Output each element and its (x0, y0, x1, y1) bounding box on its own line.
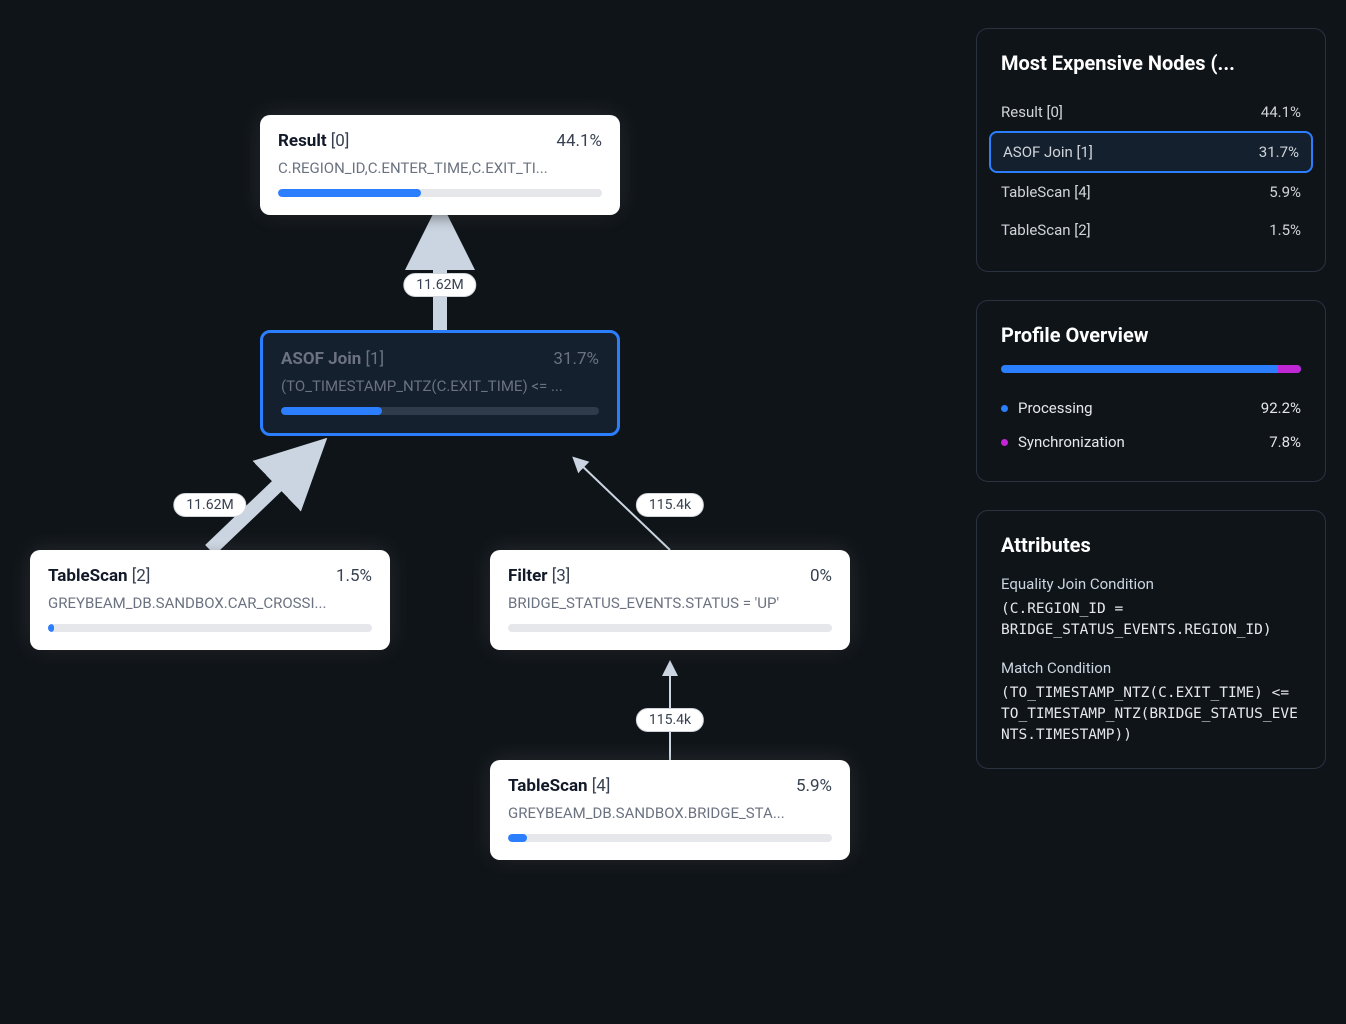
node-name: ASOF Join (281, 349, 361, 369)
node-pct: 0% (810, 566, 832, 586)
node-detail: C.REGION_ID,C.ENTER_TIME,C.EXIT_TI... (278, 159, 602, 177)
node-detail: BRIDGE_STATUS_EVENTS.STATUS = 'UP' (508, 594, 832, 612)
legend-label: Synchronization (1018, 433, 1125, 451)
legend-processing: Processing 92.2% (1001, 391, 1301, 425)
node-index: [1] (366, 349, 385, 369)
node-name: Result (278, 131, 327, 151)
row-pct: 44.1% (1261, 103, 1301, 121)
attributes-list: Equality Join Condition (C.REGION_ID = BR… (1001, 575, 1301, 746)
attribute-label: Match Condition (1001, 659, 1301, 677)
edge-label: 11.62M (173, 493, 246, 517)
panel-title: Profile Overview (1001, 323, 1301, 347)
query-plan-canvas[interactable]: 11.62M 11.62M 115.4k 115.4k Result [0] 4… (0, 0, 976, 1024)
edge-label: 11.62M (403, 273, 476, 297)
node-result[interactable]: Result [0] 44.1% C.REGION_ID,C.ENTER_TIM… (260, 115, 620, 215)
node-index: [0] (331, 131, 350, 151)
legend-pct: 92.2% (1261, 399, 1301, 417)
node-name: TableScan (508, 776, 588, 796)
expensive-node-row[interactable]: Result [0] 44.1% (989, 93, 1313, 131)
attribute-value: (TO_TIMESTAMP_NTZ(C.EXIT_TIME) <= TO_TIM… (1001, 683, 1301, 746)
dot-icon (1001, 405, 1008, 412)
profile-overview-panel: Profile Overview Processing 92.2% Synchr… (976, 300, 1326, 482)
node-progress (48, 624, 372, 632)
node-tablescan-4[interactable]: TableScan [4] 5.9% GREYBEAM_DB.SANDBOX.B… (490, 760, 850, 860)
node-index: [4] (592, 776, 611, 796)
panel-title: Most Expensive Nodes (... (1001, 51, 1301, 75)
expensive-node-row[interactable]: ASOF Join [1] 31.7% (989, 131, 1313, 173)
edge-label: 115.4k (636, 493, 704, 517)
node-pct: 5.9% (796, 776, 832, 796)
expensive-node-row[interactable]: TableScan [4] 5.9% (989, 173, 1313, 211)
attribute-label: Equality Join Condition (1001, 575, 1301, 593)
node-pct: 44.1% (556, 131, 602, 151)
node-name: TableScan (48, 566, 128, 586)
attributes-panel: Attributes Equality Join Condition (C.REG… (976, 510, 1326, 769)
row-pct: 1.5% (1269, 221, 1301, 239)
node-asof-join[interactable]: ASOF Join [1] 31.7% (TO_TIMESTAMP_NTZ(C.… (260, 330, 620, 436)
node-index: [2] (132, 566, 151, 586)
node-detail: GREYBEAM_DB.SANDBOX.CAR_CROSSI... (48, 594, 372, 612)
node-filter[interactable]: Filter [3] 0% BRIDGE_STATUS_EVENTS.STATU… (490, 550, 850, 650)
row-pct: 5.9% (1269, 183, 1301, 201)
profile-bar (1001, 365, 1301, 373)
node-pct: 31.7% (553, 349, 599, 369)
row-label: TableScan [4] (1001, 183, 1091, 201)
attribute-value: (C.REGION_ID = BRIDGE_STATUS_EVENTS.REGI… (1001, 599, 1301, 641)
row-label: ASOF Join [1] (1003, 143, 1093, 161)
sidebar: Most Expensive Nodes (... Result [0] 44.1… (976, 0, 1346, 1024)
node-progress (278, 189, 602, 197)
profile-sync-segment (1278, 365, 1301, 373)
node-progress (281, 407, 599, 415)
node-pct: 1.5% (336, 566, 372, 586)
dot-icon (1001, 439, 1008, 446)
node-name: Filter (508, 566, 548, 586)
node-detail: GREYBEAM_DB.SANDBOX.BRIDGE_STA... (508, 804, 832, 822)
node-tablescan-2[interactable]: TableScan [2] 1.5% GREYBEAM_DB.SANDBOX.C… (30, 550, 390, 650)
node-progress (508, 624, 832, 632)
expensive-nodes-panel: Most Expensive Nodes (... Result [0] 44.1… (976, 28, 1326, 272)
legend-synchronization: Synchronization 7.8% (1001, 425, 1301, 459)
expensive-node-row[interactable]: TableScan [2] 1.5% (989, 211, 1313, 249)
expensive-rows: Result [0] 44.1% ASOF Join [1] 31.7% TableSc… (1001, 93, 1301, 249)
node-detail: (TO_TIMESTAMP_NTZ(C.EXIT_TIME) <= ... (281, 377, 599, 395)
row-label: TableScan [2] (1001, 221, 1091, 239)
node-progress (508, 834, 832, 842)
legend-label: Processing (1018, 399, 1093, 417)
row-pct: 31.7% (1259, 143, 1299, 161)
legend-pct: 7.8% (1269, 433, 1301, 451)
node-index: [3] (552, 566, 571, 586)
panel-title: Attributes (1001, 533, 1301, 557)
row-label: Result [0] (1001, 103, 1063, 121)
edge-label: 115.4k (636, 708, 704, 732)
